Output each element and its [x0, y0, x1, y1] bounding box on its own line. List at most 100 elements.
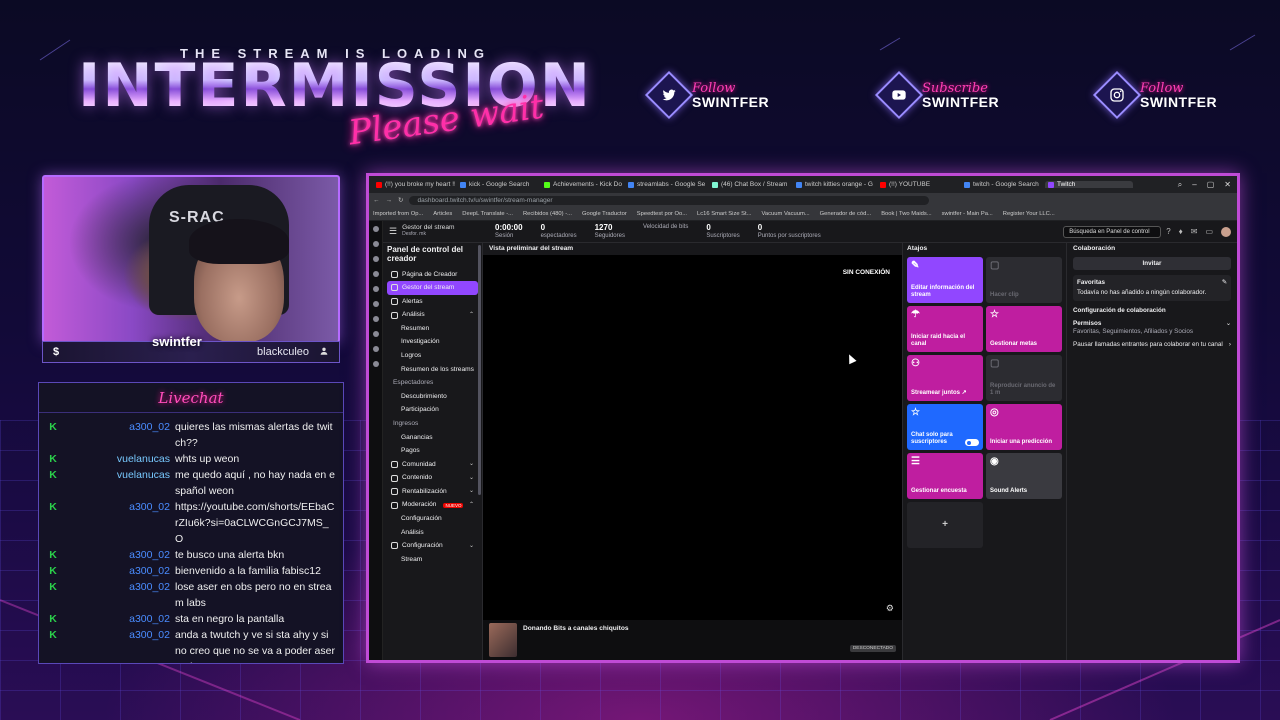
sidebar-item[interactable]: Rentabilización ⌄ [387, 485, 478, 499]
close-icon[interactable]: ✕ [1224, 180, 1231, 190]
shortcut-tile[interactable]: ☰ Gestionar encuesta [907, 453, 983, 499]
shortcut-tile[interactable]: ✎ Editar información del stream [907, 257, 983, 303]
shortcut-tile[interactable]: ◎ Iniciar una predicción [986, 404, 1062, 450]
chat-username[interactable]: vuelanucas [63, 451, 175, 467]
bookmark-item[interactable]: Recibidos (480) -... [523, 211, 572, 217]
sidebar-item[interactable]: Logros [387, 349, 478, 363]
rail-icon[interactable] [372, 256, 379, 262]
sidebar-item[interactable]: Pagos [387, 444, 478, 458]
back-icon[interactable]: ← [373, 197, 380, 204]
sidebar-item[interactable]: Stream [387, 553, 478, 567]
sidebar-item[interactable]: Análisis ⌃ [387, 308, 478, 322]
dashboard-search-input[interactable]: Búsqueda en Panel de control [1063, 225, 1162, 238]
browser-tab[interactable]: streamlabs - Google Se [625, 181, 707, 188]
rail-icon[interactable] [372, 331, 379, 337]
bookmark-item[interactable]: Articles [433, 211, 452, 217]
edit-icon[interactable]: ✎ [1222, 279, 1227, 287]
rail-icon[interactable] [372, 316, 379, 322]
chat-username[interactable]: a300_02 [63, 563, 175, 579]
shortcut-tile[interactable]: ⚇ Streamear juntos ↗ [907, 355, 983, 401]
reload-icon[interactable]: ↻ [398, 196, 403, 204]
browser-tab[interactable]: Twitch [1045, 181, 1133, 188]
sidebar-item[interactable]: Investigación [387, 335, 478, 349]
preview-video[interactable]: SIN CONEXIÓN ⚙ [483, 255, 902, 620]
browser-tab[interactable]: (!!) you broke my heart !! [373, 181, 455, 188]
chat-username[interactable]: a300_02 [63, 419, 175, 451]
shortcut-tile[interactable]: ☂ Iniciar raid hacia el canal [907, 306, 983, 352]
pause-calls-row[interactable]: Pausar llamadas entrantes para colaborar… [1073, 338, 1231, 352]
sidebar-item[interactable]: Resumen [387, 322, 478, 336]
sidebar-item[interactable]: Participación [387, 403, 478, 417]
bookmark-item[interactable]: Google Traductor [582, 211, 627, 217]
permissions-row[interactable]: Permisos Favoritas, Seguimientos, Afiliad… [1073, 317, 1231, 339]
breadcrumb[interactable]: ☰ Gestor del stream Desfor. mk [383, 224, 495, 237]
browser-tab[interactable]: kick - Google Search [457, 181, 539, 188]
subscriber-only-toggle[interactable] [965, 439, 979, 446]
bookmark-item[interactable]: DeepL Translate -... [462, 211, 513, 217]
rail-icon[interactable] [372, 271, 379, 277]
minimize-icon[interactable]: – [1192, 180, 1196, 190]
webcam-feed: S-RAC [42, 175, 340, 343]
help-icon[interactable]: ? [1166, 227, 1170, 237]
sidebar-item[interactable]: Página de Creador [387, 268, 478, 282]
sidebar-item[interactable]: Gestor del stream [387, 281, 478, 295]
browser-tab[interactable]: twitch kitties orange - G [793, 181, 875, 188]
shortcut-tile[interactable]: ▢ Reproducir anuncio de 1 m [986, 355, 1062, 401]
chat-username[interactable]: vuelanucas [63, 467, 175, 499]
sidebar-item[interactable]: Moderación NUEVO ⌃ [387, 498, 478, 512]
avatar[interactable] [1221, 226, 1231, 237]
bookmark-item[interactable]: Speedtest por Oo... [637, 211, 687, 217]
chat-username[interactable]: a300_02 [63, 547, 175, 563]
shortcut-tile[interactable]: ☆ Gestionar metas [986, 306, 1062, 352]
browser-tab[interactable]: twitch - Google Search [961, 181, 1043, 188]
bookmark-item[interactable]: Vacuum Vacuum... [762, 211, 810, 217]
rail-icon[interactable] [372, 241, 379, 247]
maximize-icon[interactable]: ▢ [1207, 180, 1215, 190]
gear-icon[interactable]: ⚙ [886, 603, 894, 614]
chat-message-list[interactable]: Ka300_02 quieres las mismas alertas de tw… [39, 413, 343, 663]
sidebar-item[interactable]: Contenido ⌄ [387, 471, 478, 485]
search-tabs-icon[interactable]: ⌕ [1178, 180, 1182, 190]
sidebar-item[interactable]: Ganancias [387, 431, 478, 445]
sidebar-item[interactable]: Resumen de los streams [387, 363, 478, 377]
rail-icon[interactable] [372, 361, 379, 367]
chat-username[interactable]: a300_02 [63, 579, 175, 611]
kick-badge-icon: K [49, 453, 57, 465]
browser-tab[interactable]: (!!) YOUTUBE [877, 181, 959, 188]
sidebar-item[interactable]: Análisis [387, 526, 478, 540]
bookmark-item[interactable]: Book | Two Maids... [881, 211, 931, 217]
rail-icon[interactable] [372, 301, 379, 307]
whisper-icon[interactable]: ▭ [1205, 227, 1213, 237]
url-field[interactable]: dashboard.twitch.tv/u/swintfer/stream-ma… [409, 195, 930, 205]
bookmark-item[interactable]: swintfer - Main Pa... [942, 211, 993, 217]
shortcut-tile[interactable]: ▢ Hacer clip [986, 257, 1062, 303]
inbox-icon[interactable]: ✉ [1191, 227, 1198, 237]
bookmark-item[interactable]: Register Your LLC... [1003, 211, 1055, 217]
sidebar-item[interactable]: Descubrimiento [387, 390, 478, 404]
kick-badge-icon: K [49, 549, 57, 561]
sidebar-scrollbar[interactable] [478, 245, 481, 495]
add-shortcut-button[interactable]: + [907, 502, 983, 548]
bookmark-item[interactable]: Generador de cód... [820, 211, 872, 217]
chevron-icon: ⌄ [468, 542, 474, 549]
menu-icon[interactable]: ☰ [389, 226, 397, 237]
browser-tab[interactable]: (46) Chat Box / Stream [709, 181, 791, 188]
rail-icon[interactable] [372, 286, 379, 292]
rail-icon[interactable] [372, 346, 379, 352]
chat-username[interactable]: a300_02 [63, 611, 175, 627]
shortcut-tile[interactable]: ◉ Sound Alerts [986, 453, 1062, 499]
bookmark-item[interactable]: Lc16 Smart Size St... [697, 211, 751, 217]
sidebar-item[interactable]: Configuración ⌄ [387, 539, 478, 553]
browser-tab[interactable]: Achievements - Kick Do [541, 181, 623, 188]
shortcut-tile[interactable]: ☆ Chat solo para suscriptores [907, 404, 983, 450]
sidebar-item[interactable]: Comunidad ⌄ [387, 458, 478, 472]
chat-username[interactable]: a300_02 [63, 499, 175, 547]
chat-username[interactable]: a300_02 [63, 627, 175, 663]
invite-button[interactable]: Invitar [1073, 257, 1231, 270]
bookmark-item[interactable]: Imported from Op... [373, 211, 423, 217]
sidebar-item[interactable]: Alertas [387, 295, 478, 309]
prime-icon[interactable]: ♦ [1179, 227, 1183, 237]
forward-icon[interactable]: → [386, 197, 393, 204]
sidebar-item[interactable]: Configuración [387, 512, 478, 526]
rail-icon[interactable] [372, 226, 379, 232]
